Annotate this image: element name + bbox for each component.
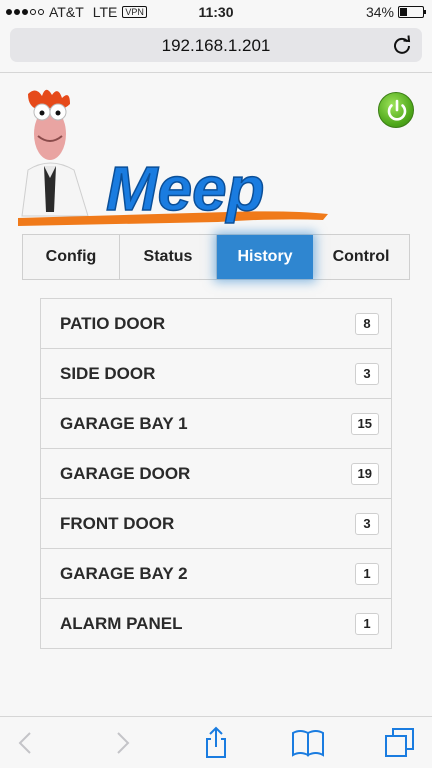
- tab-history[interactable]: History: [217, 235, 313, 279]
- chevron-right-icon[interactable]: [104, 725, 140, 761]
- list-item-label: PATIO DOOR: [60, 313, 166, 333]
- count-badge: 8: [355, 312, 379, 335]
- tab-status[interactable]: Status: [120, 235, 217, 279]
- count-badge: 1: [355, 562, 379, 585]
- list-item-alarm-panel[interactable]: ALARM PANEL 1: [40, 598, 392, 649]
- list-item-side-door[interactable]: SIDE DOOR 3: [40, 348, 392, 399]
- list-item-label: ALARM PANEL: [60, 613, 183, 633]
- list-item-garage-bay-2[interactable]: GARAGE BAY 2 1: [40, 548, 392, 599]
- browser-toolbar: [0, 716, 432, 768]
- count-badge: 3: [355, 362, 379, 385]
- logo-text: Meep: [106, 155, 264, 224]
- divider: [0, 72, 432, 73]
- list-item-label: GARAGE BAY 1: [60, 413, 188, 433]
- book-icon[interactable]: [290, 725, 326, 761]
- list-item-patio-door[interactable]: PATIO DOOR 8: [40, 298, 392, 349]
- share-icon[interactable]: [198, 725, 234, 761]
- count-badge: 3: [355, 512, 379, 535]
- battery-percent: 34%: [365, 4, 394, 20]
- list-item-label: FRONT DOOR: [60, 513, 175, 533]
- battery-icon: [398, 6, 426, 18]
- list-item-label: GARAGE BAY 2: [60, 563, 188, 583]
- power-button[interactable]: [378, 92, 414, 128]
- status-right: 34%: [365, 4, 426, 20]
- list-item-label: GARAGE DOOR: [60, 463, 191, 483]
- tab-control[interactable]: Control: [313, 235, 409, 279]
- list-item-front-door[interactable]: FRONT DOOR 3: [40, 498, 392, 549]
- count-badge: 15: [350, 412, 379, 435]
- count-badge: 19: [350, 462, 379, 485]
- url-text[interactable]: 192.168.1.201: [10, 36, 422, 56]
- list-item-garage-bay-1[interactable]: GARAGE BAY 1 15: [40, 398, 392, 449]
- status-bar: AT&T LTE VPN 11:30 34%: [0, 0, 432, 24]
- chevron-left-icon[interactable]: [8, 725, 44, 761]
- mascot-image: [21, 89, 89, 217]
- nav-tabs: Config Status History Control: [22, 234, 410, 280]
- tab-config[interactable]: Config: [23, 235, 120, 279]
- address-bar[interactable]: 192.168.1.201: [10, 28, 422, 62]
- list-item-label: SIDE DOOR: [60, 363, 156, 383]
- history-list: PATIO DOOR 8 SIDE DOOR 3 GARAGE BAY 1 15…: [40, 298, 392, 649]
- list-item-garage-door[interactable]: GARAGE DOOR 19: [40, 448, 392, 499]
- reload-icon[interactable]: [390, 33, 414, 57]
- count-badge: 1: [355, 612, 379, 635]
- meep-logo: Meep: [18, 89, 328, 226]
- power-icon[interactable]: [379, 93, 415, 129]
- tabs-icon[interactable]: [382, 725, 418, 761]
